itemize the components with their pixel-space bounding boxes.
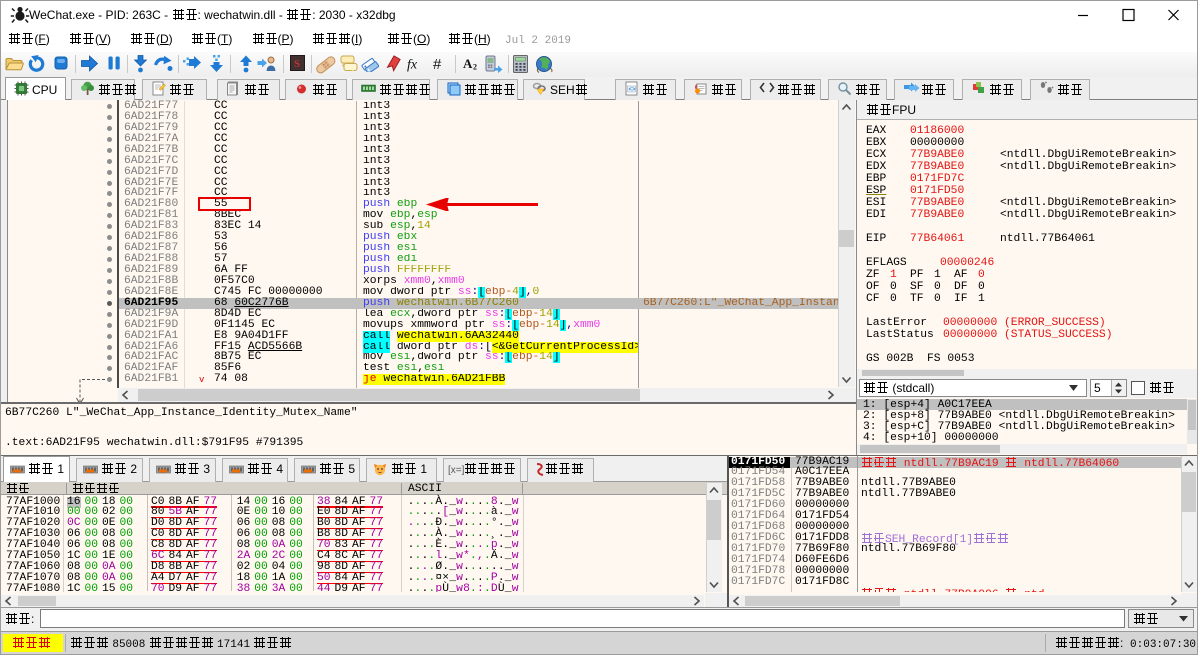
svg-text:<>: <> [629,87,637,93]
svg-text:2: 2 [473,63,477,72]
svg-text:#: # [433,56,442,72]
svg-text:S: S [294,58,300,70]
svg-text:A: A [463,56,473,71]
svg-text:fx: fx [407,58,418,73]
